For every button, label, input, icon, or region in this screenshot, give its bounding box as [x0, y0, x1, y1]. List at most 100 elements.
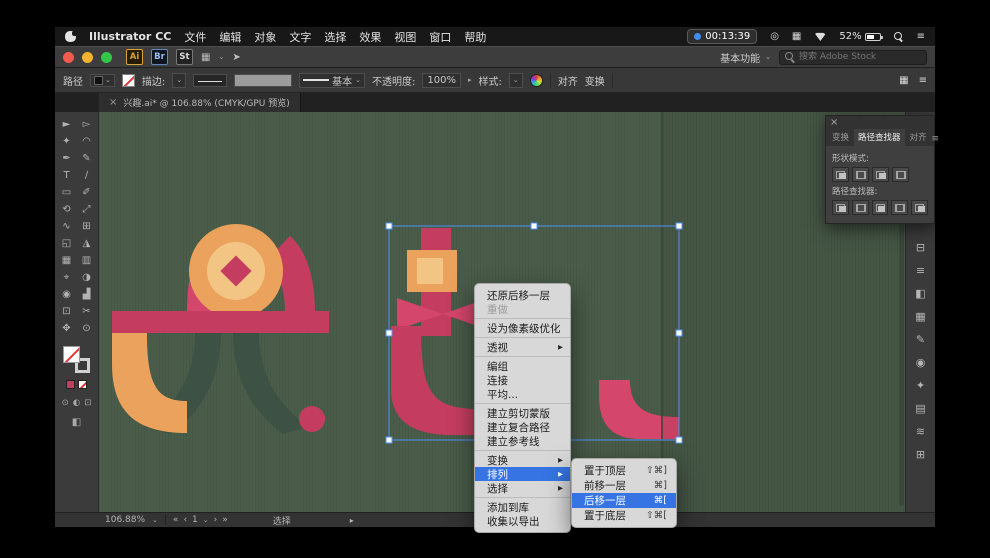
- artboards-panel-icon[interactable]: ⊞: [912, 447, 929, 461]
- style-dropdown[interactable]: ⌄: [508, 72, 523, 88]
- stroke-color-swatch[interactable]: [121, 73, 135, 87]
- prev-artboard-icon[interactable]: ‹: [183, 515, 187, 525]
- menu-item-group[interactable]: 编组: [475, 359, 570, 373]
- next-artboard-icon[interactable]: ›: [214, 515, 218, 525]
- last-artboard-icon[interactable]: »: [222, 515, 228, 525]
- submenu-item-send-to-back[interactable]: 置于底层 ⇧⌘[: [572, 508, 676, 523]
- type-tool[interactable]: T: [58, 167, 76, 184]
- artboard-tool[interactable]: ⊡: [58, 303, 76, 320]
- brush-dropdown[interactable]: 基本 ⌄: [299, 72, 365, 88]
- panel-menu-icon[interactable]: ≡: [919, 75, 927, 86]
- first-artboard-icon[interactable]: «: [173, 515, 179, 525]
- menu-object[interactable]: 对象: [254, 29, 276, 45]
- collapse-panels-icon[interactable]: ⊟: [912, 240, 929, 254]
- close-window-button[interactable]: [63, 51, 74, 63]
- variable-width-profile[interactable]: [234, 73, 293, 87]
- chevron-down-icon[interactable]: ⌄: [152, 516, 158, 524]
- draw-inside-icon[interactable]: ⊡: [84, 398, 91, 408]
- screen-mode-icon[interactable]: ◧: [72, 417, 81, 428]
- menu-view[interactable]: 视图: [394, 29, 416, 45]
- isolate-icon[interactable]: ▦: [899, 75, 908, 86]
- adobe-stock-search[interactable]: [779, 49, 927, 65]
- menu-select[interactable]: 选择: [324, 29, 346, 45]
- symbol-sprayer-tool[interactable]: ◉: [58, 286, 76, 303]
- divide-button[interactable]: [832, 200, 849, 215]
- line-segment-tool[interactable]: ∕: [78, 167, 96, 184]
- wifi-icon[interactable]: [814, 32, 827, 41]
- menu-item-perspective[interactable]: 透视 ▶: [475, 340, 570, 354]
- recolor-artwork-icon[interactable]: [529, 73, 543, 87]
- apple-icon[interactable]: [65, 31, 76, 42]
- menu-item-transform[interactable]: 变换 ▶: [475, 453, 570, 467]
- fill-proxy-swatch[interactable]: [63, 346, 80, 363]
- menu-item-undo-send-backward[interactable]: 还原后移一层: [475, 288, 570, 302]
- zoom-tool[interactable]: ⊙: [78, 320, 96, 337]
- paintbrush-tool[interactable]: ✐: [78, 184, 96, 201]
- opacity-value[interactable]: 100%: [422, 72, 461, 88]
- menu-item-arrange[interactable]: 排列 ▶: [475, 467, 570, 481]
- menu-item-add-to-library[interactable]: 添加到库: [475, 500, 570, 514]
- swatches-panel-icon[interactable]: ▦: [912, 309, 929, 323]
- menu-item-make-clipping-mask[interactable]: 建立剪切蒙版: [475, 406, 570, 420]
- direct-selection-tool[interactable]: ▻: [78, 116, 96, 133]
- submenu-item-send-backward[interactable]: 后移一层 ⌘[: [572, 493, 676, 508]
- menu-item-join[interactable]: 连接: [475, 373, 570, 387]
- outline-button[interactable]: [911, 200, 928, 215]
- menu-item-pixel-perfect[interactable]: 设为像素级优化: [475, 321, 570, 335]
- submenu-item-bring-to-front[interactable]: 置于顶层 ⇧⌘]: [572, 463, 676, 478]
- chevron-right-icon[interactable]: ▸: [468, 76, 472, 84]
- recording-timer[interactable]: 00:13:39: [687, 29, 758, 44]
- magic-wand-tool[interactable]: ✦: [58, 133, 76, 150]
- perspective-grid-tool[interactable]: ◮: [78, 235, 96, 252]
- properties-panel-icon[interactable]: ≡: [912, 263, 929, 277]
- draw-behind-icon[interactable]: ◐: [73, 398, 80, 408]
- free-transform-tool[interactable]: ⊞: [78, 218, 96, 235]
- fill-stroke-control[interactable]: [63, 346, 90, 373]
- eyedropper-tool[interactable]: ⌖: [58, 269, 76, 286]
- scroll-right-icon[interactable]: ▸: [350, 516, 354, 525]
- control-center-icon[interactable]: ≡: [917, 31, 925, 42]
- graphic-styles-panel-icon[interactable]: ▤: [912, 401, 929, 415]
- submenu-item-bring-forward[interactable]: 前移一层 ⌘]: [572, 478, 676, 493]
- display-icon[interactable]: ◎: [770, 31, 779, 42]
- layers-panel-icon[interactable]: ≋: [912, 424, 929, 438]
- panel-flyout-icon[interactable]: ≡: [932, 134, 940, 146]
- rotate-tool[interactable]: ⟲: [58, 201, 76, 218]
- bridge-button[interactable]: Br: [151, 49, 168, 65]
- lasso-tool[interactable]: ◠: [78, 133, 96, 150]
- shape-builder-tool[interactable]: ◱: [58, 235, 76, 252]
- unite-button[interactable]: [832, 167, 849, 182]
- menu-item-collect-for-export[interactable]: 收集以导出: [475, 514, 570, 528]
- draw-normal-icon[interactable]: ⊙: [62, 398, 69, 408]
- stroke-weight-dropdown[interactable]: ⌄: [172, 72, 187, 88]
- transform-button[interactable]: 变换: [585, 73, 605, 88]
- workspace-switcher[interactable]: 基本功能 ⌄: [720, 50, 771, 65]
- align-button[interactable]: 对齐: [558, 73, 578, 88]
- menu-item-select[interactable]: 选择 ▶: [475, 481, 570, 495]
- pencil-tool[interactable]: ✎: [78, 150, 96, 167]
- hand-tool[interactable]: ✥: [58, 320, 76, 337]
- appearance-panel-icon[interactable]: ✦: [912, 378, 929, 392]
- menu-item-average[interactable]: 平均...: [475, 387, 570, 401]
- menu-type[interactable]: 文字: [289, 29, 311, 45]
- scale-tool[interactable]: ⤢: [78, 201, 96, 218]
- app-menu[interactable]: Illustrator CC: [89, 30, 171, 43]
- close-panel-icon[interactable]: ×: [830, 117, 838, 128]
- mesh-tool[interactable]: ▦: [58, 252, 76, 269]
- menu-item-make-compound-path[interactable]: 建立复合路径: [475, 420, 570, 434]
- color-swatch-button[interactable]: [66, 380, 75, 389]
- tab-transform[interactable]: 变换: [828, 129, 853, 146]
- close-tab-icon[interactable]: ×: [109, 97, 117, 108]
- merge-button[interactable]: [871, 200, 889, 215]
- chevron-down-icon[interactable]: ⌄: [203, 516, 209, 524]
- battery-indicator[interactable]: 52%: [839, 31, 883, 42]
- trim-button[interactable]: [851, 200, 869, 215]
- brush-definition-preview[interactable]: [193, 73, 228, 87]
- blend-tool[interactable]: ◑: [78, 269, 96, 286]
- selection-tool[interactable]: ►: [58, 116, 76, 133]
- slice-tool[interactable]: ✂: [78, 303, 96, 320]
- menu-effect[interactable]: 效果: [359, 29, 381, 45]
- document-tab[interactable]: × 兴趣.ai* @ 106.88% (CMYK/GPU 预览): [99, 93, 301, 112]
- color-panel-icon[interactable]: ◧: [912, 286, 929, 300]
- spotlight-icon[interactable]: [893, 31, 904, 42]
